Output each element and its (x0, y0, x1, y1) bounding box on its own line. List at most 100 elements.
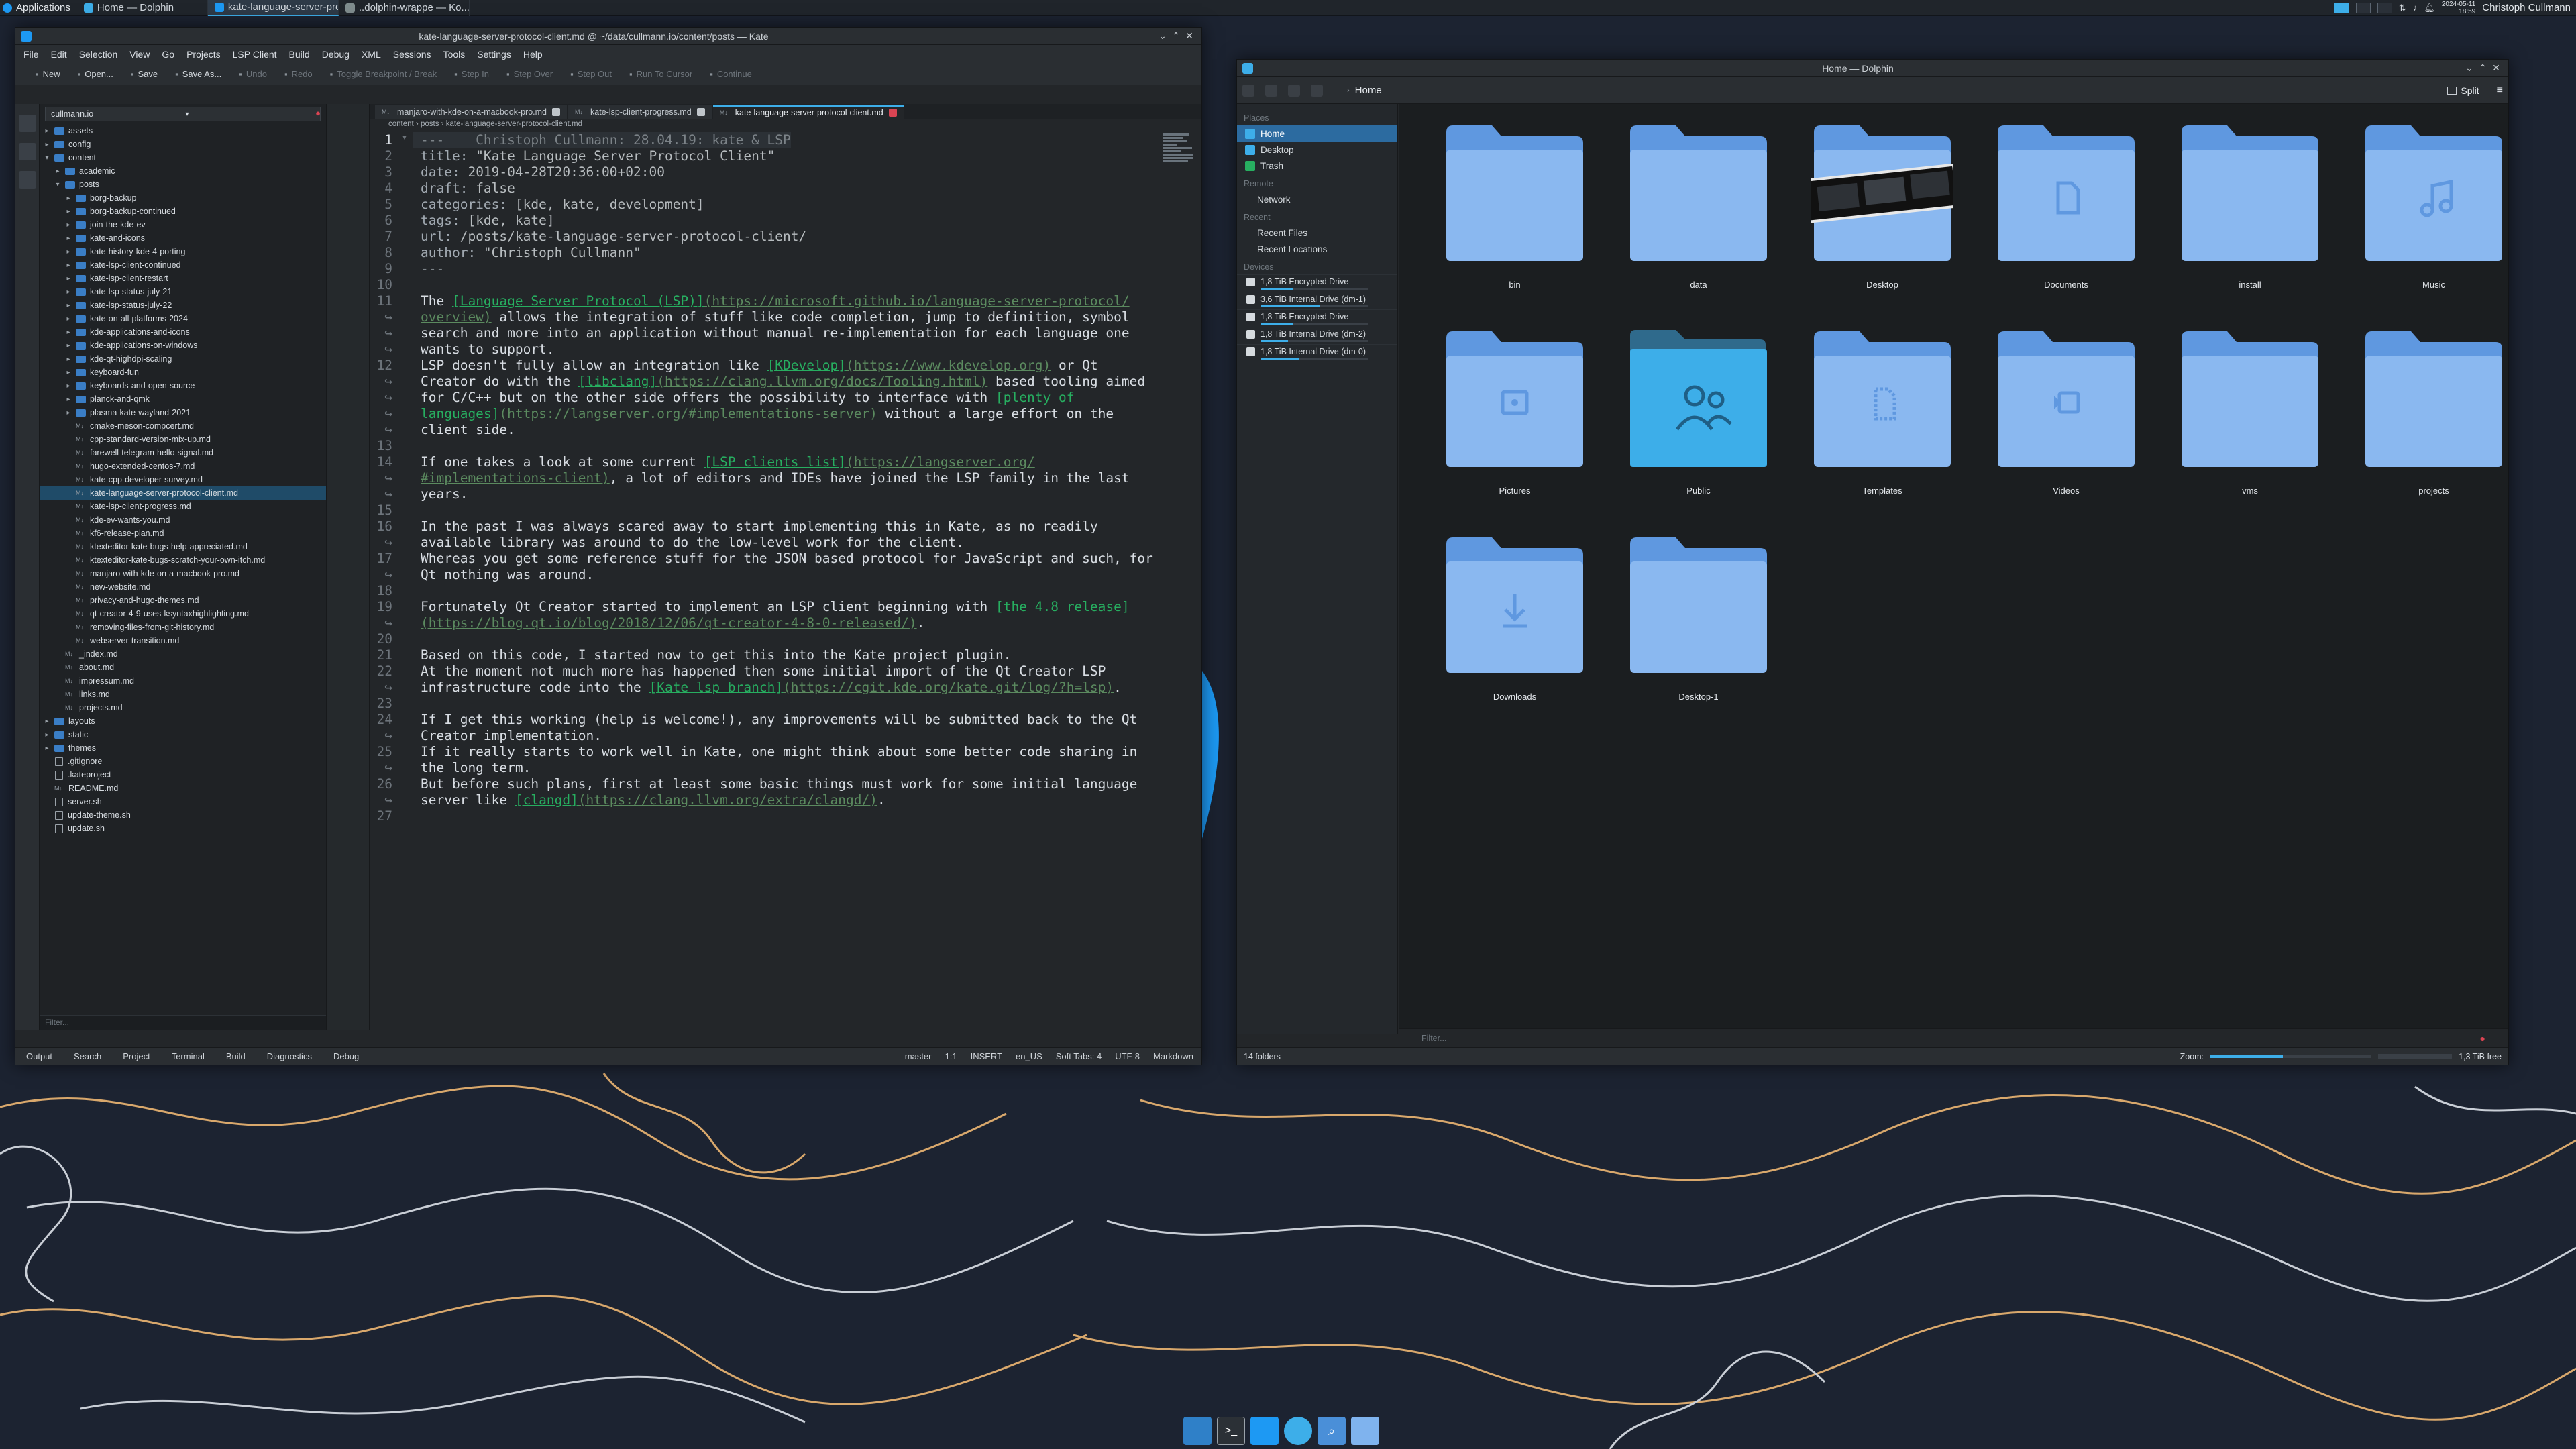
editor-tab[interactable]: M↓ manjaro-with-kde-on-a-macbook-pro.md (375, 105, 567, 119)
tree-filter-input[interactable]: Filter... (40, 1015, 326, 1030)
close-project-icon[interactable]: ● (315, 108, 321, 118)
tree-file[interactable]: .gitignore (40, 755, 326, 768)
tree-file[interactable]: M↓ _index.md (40, 647, 326, 661)
sort-icon[interactable] (1311, 84, 1323, 97)
documents-sidebar-button[interactable] (19, 115, 36, 132)
status-item[interactable]: Markdown (1153, 1051, 1193, 1061)
kate-titlebar[interactable]: kate-language-server-protocol-client.md … (15, 28, 1201, 45)
tree-file[interactable]: M↓ ktexteditor-kate-bugs-scratch-your-own… (40, 553, 326, 567)
device-item[interactable]: 1,8 TiB Internal Drive (dm-0) (1237, 344, 1397, 362)
tree-folder[interactable]: ▸ layouts (40, 714, 326, 728)
tree-folder[interactable]: ▸ kate-lsp-client-continued (40, 258, 326, 272)
tree-folder[interactable]: ▸ kate-lsp-status-july-22 (40, 299, 326, 312)
tree-folder[interactable]: ▸ academic (40, 164, 326, 178)
notifications-icon[interactable]: 🔔︎ (2424, 3, 2435, 13)
zoom-slider[interactable] (2210, 1055, 2372, 1058)
menu-edit[interactable]: Edit (51, 49, 67, 60)
virtual-desktop-1[interactable] (2334, 2, 2349, 13)
network-icon[interactable]: ⇅ (2399, 3, 2406, 13)
menu-file[interactable]: File (23, 49, 39, 60)
minimize-button[interactable]: ⌄ (1156, 30, 1169, 42)
device-item[interactable]: 1,8 TiB Encrypted Drive (1237, 274, 1397, 292)
toolview-diagnostics[interactable]: Diagnostics (256, 1051, 323, 1061)
tree-file[interactable]: update-theme.sh (40, 808, 326, 822)
step-out-button[interactable]: ▪ Step Out (570, 69, 612, 79)
folder-item-vms[interactable]: vms (2158, 322, 2342, 496)
tree-file[interactable]: M↓ webserver-transition.md (40, 634, 326, 647)
view-mode-icon[interactable] (1288, 84, 1300, 97)
toolview-project[interactable]: Project (112, 1051, 160, 1061)
redo-button[interactable]: ▪ Redo (284, 69, 313, 79)
tree-file[interactable]: M↓ kate-lsp-client-progress.md (40, 500, 326, 513)
tree-file[interactable]: M↓ privacy-and-hugo-themes.md (40, 594, 326, 607)
menu-settings[interactable]: Settings (477, 49, 511, 60)
breadcrumb-item[interactable]: posts (421, 120, 439, 128)
tree-folder[interactable]: ▸ config (40, 138, 326, 151)
tree-file[interactable]: M↓ projects.md (40, 701, 326, 714)
places-item-desktop[interactable]: Desktop (1237, 142, 1397, 158)
filter-input[interactable]: Filter... (1421, 1034, 1447, 1043)
maximize-button[interactable]: ⌃ (1169, 30, 1183, 42)
tree-folder[interactable]: ▸ kde-applications-and-icons (40, 325, 326, 339)
tree-folder[interactable]: ▸ plasma-kate-wayland-2021 (40, 406, 326, 419)
tree-file[interactable]: server.sh (40, 795, 326, 808)
tree-file[interactable]: M↓ impressum.md (40, 674, 326, 688)
folder-item-documents[interactable]: Documents (1974, 116, 2158, 290)
project-selector[interactable]: cullmann.io ▾ (45, 107, 321, 121)
device-item[interactable]: 1,8 TiB Encrypted Drive (1237, 309, 1397, 327)
tree-file[interactable]: M↓ kate-language-server-protocol-client.m… (40, 486, 326, 500)
tree-folder[interactable]: ▸ kde-applications-on-windows (40, 339, 326, 352)
folder-item-downloads[interactable]: Downloads (1423, 528, 1607, 702)
breadcrumb-item[interactable]: kate-language-server-protocol-client.md (446, 120, 582, 128)
menu-help[interactable]: Help (523, 49, 543, 60)
save-as-button[interactable]: ▪ Save As... (175, 69, 221, 79)
fold-marker-icon[interactable]: ▾ (396, 132, 413, 148)
location-home[interactable]: Home (1355, 85, 1382, 96)
tree-folder[interactable]: ▾ posts (40, 178, 326, 191)
tree-file[interactable]: M↓ hugo-extended-centos-7.md (40, 460, 326, 473)
device-item[interactable]: 3,6 TiB Internal Drive (dm-1) (1237, 292, 1397, 309)
maximize-button[interactable]: ⌃ (2476, 62, 2489, 74)
menu-debug[interactable]: Debug (322, 49, 350, 60)
tree-folder[interactable]: ▸ join-the-kde-ev (40, 218, 326, 231)
tree-file[interactable]: M↓ kate-cpp-developer-survey.md (40, 473, 326, 486)
tree-file[interactable]: M↓ links.md (40, 688, 326, 701)
tree-folder[interactable]: ▸ keyboard-fun (40, 366, 326, 379)
toolview-terminal[interactable]: Terminal (161, 1051, 215, 1061)
tree-folder[interactable]: ▾ content (40, 151, 326, 164)
menu-view[interactable]: View (129, 49, 150, 60)
digital-clock[interactable]: 2024-05-11 18:59 (2442, 1, 2475, 15)
folder-item-projects[interactable]: projects (2342, 322, 2508, 496)
places-item-home[interactable]: Home (1237, 125, 1397, 142)
folder-item-install[interactable]: install (2158, 116, 2342, 290)
tree-file[interactable]: M↓ cpp-standard-version-mix-up.md (40, 433, 326, 446)
minimap[interactable] (1163, 133, 1196, 268)
step-in-button[interactable]: ▪ Step In (454, 69, 489, 79)
tree-file[interactable]: M↓ qt-creator-4-9-uses-ksyntaxhighlightin… (40, 607, 326, 621)
open-button[interactable]: ▪ Open... (78, 69, 113, 79)
tree-file[interactable]: M↓ README.md (40, 782, 326, 795)
editor-tab[interactable]: M↓ kate-language-server-protocol-client.m… (712, 105, 904, 119)
tree-folder[interactable]: ▸ themes (40, 741, 326, 755)
device-item[interactable]: 1,8 TiB Internal Drive (dm-2) (1237, 327, 1397, 344)
status-item[interactable]: Soft Tabs: 4 (1056, 1051, 1102, 1061)
folder-item-desktop-1[interactable]: Desktop-1 (1607, 528, 1790, 702)
tree-file[interactable]: M↓ about.md (40, 661, 326, 674)
code-view[interactable]: 1 ▾ --- Christoph Cullmann: 28.04.19: kate… (370, 132, 1161, 1014)
close-filter-icon[interactable]: ● (2480, 1033, 2485, 1044)
folder-item-public[interactable]: Public (1607, 322, 1790, 496)
browser-icon[interactable] (1284, 1417, 1312, 1445)
tree-folder[interactable]: ▸ kate-and-icons (40, 231, 326, 245)
search-icon[interactable]: ⌕ (1318, 1417, 1346, 1445)
breadcrumb-item[interactable]: content (388, 120, 414, 128)
continue-button[interactable]: ▪ Continue (710, 69, 752, 79)
folder-item-videos[interactable]: Videos (1974, 322, 2158, 496)
menu-projects[interactable]: Projects (186, 49, 221, 60)
folder-item-pictures[interactable]: Pictures (1423, 322, 1607, 496)
folder-item-templates[interactable]: Templates (1790, 322, 1974, 496)
task-item[interactable]: kate-language-server-pro... (207, 0, 339, 16)
folder-item-music[interactable]: Music (2342, 116, 2508, 290)
folder-item-desktop[interactable]: Desktop (1790, 116, 1974, 290)
virtual-desktop-3[interactable] (2377, 2, 2392, 13)
application-launcher[interactable]: Applications (0, 0, 77, 16)
